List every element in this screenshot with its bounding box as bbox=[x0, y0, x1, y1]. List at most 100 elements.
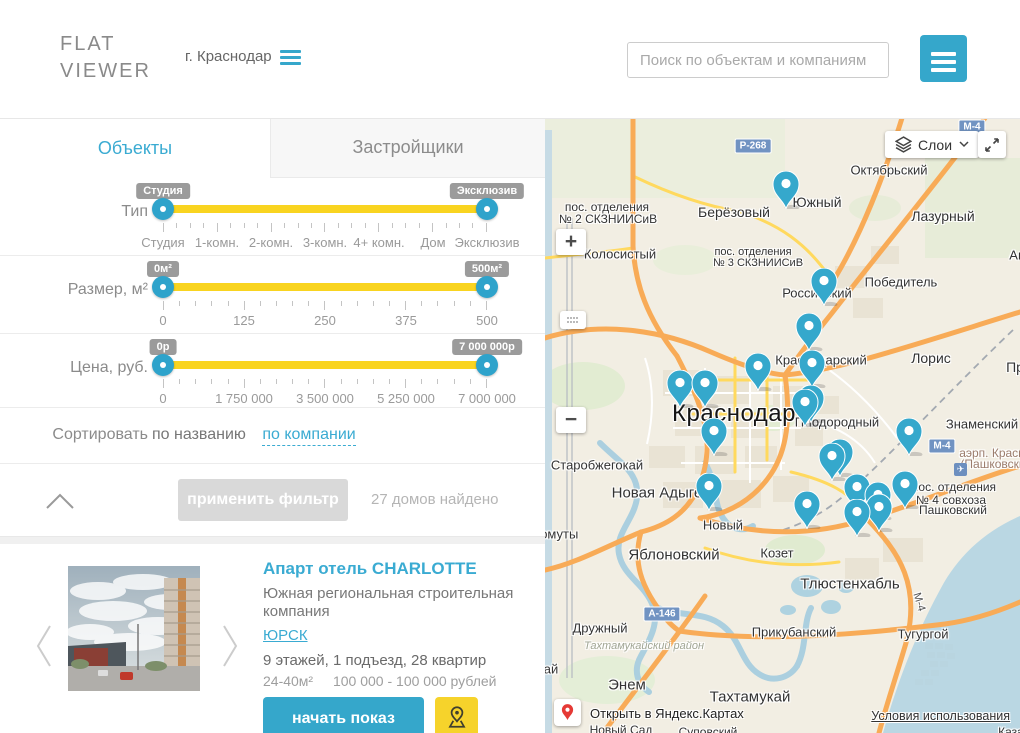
sort-label: Сортировать bbox=[0, 426, 148, 444]
map-label: Знаменский bbox=[946, 417, 1018, 432]
slider-handle-max[interactable] bbox=[476, 276, 498, 298]
map-label: Козет bbox=[760, 546, 793, 561]
sort-by-name[interactable]: по названию bbox=[152, 426, 246, 443]
map-pin[interactable] bbox=[690, 370, 720, 408]
slider-tick-labels: Студия1-комн.2-комн.3-комн.4+ комн.ДомЭк… bbox=[163, 235, 487, 251]
filter-row-price: Цена, руб. 0р 7 000 000р 01 750 0003 500… bbox=[0, 334, 545, 408]
search-input[interactable] bbox=[627, 42, 889, 78]
show-on-map-button[interactable] bbox=[435, 697, 478, 733]
map-label: Лазурный bbox=[911, 208, 974, 224]
map-label: № 3 СКЗНИИСиВ bbox=[713, 257, 803, 269]
map-pin[interactable] bbox=[792, 491, 822, 529]
logo-line-2: VIEWER bbox=[60, 58, 151, 85]
tick-label: 1 750 000 bbox=[215, 391, 273, 406]
filter-label: Цена, руб. bbox=[0, 359, 148, 377]
map-label: Пр bbox=[1006, 359, 1020, 375]
listing-photo[interactable] bbox=[68, 566, 200, 691]
map-label: Суповский bbox=[679, 725, 738, 733]
map-label: Тлюстенхабль bbox=[800, 576, 899, 593]
sort-by-company[interactable]: по компании bbox=[262, 426, 355, 446]
map-zoom-out-button[interactable]: − bbox=[556, 407, 586, 433]
airport-icon: ✈ bbox=[954, 463, 967, 476]
slider-track[interactable] bbox=[163, 361, 487, 369]
map-pin[interactable] bbox=[894, 418, 924, 456]
map-pin[interactable] bbox=[794, 313, 824, 351]
road-badge: А-146 bbox=[643, 607, 680, 622]
map-pin[interactable] bbox=[699, 418, 729, 456]
app-logo: FLAT VIEWER bbox=[60, 31, 151, 85]
layers-label: Слои bbox=[918, 137, 952, 153]
filter-panel: Объекты Застройщики Тип Студия Эксклюзив… bbox=[0, 118, 545, 733]
carousel-next-icon[interactable] bbox=[222, 624, 238, 673]
tick-label: Студия bbox=[141, 235, 184, 250]
map-label: Энем bbox=[608, 677, 646, 694]
tick-label: Дом bbox=[420, 235, 445, 250]
slider-track[interactable] bbox=[163, 283, 487, 291]
map-layers-button[interactable]: Слои bbox=[885, 131, 979, 158]
listing-price: 100 000 - 100 000 рублей bbox=[333, 673, 497, 689]
map-pin[interactable] bbox=[743, 353, 773, 391]
slider-tooltip-max: 500м² bbox=[465, 261, 509, 277]
slider-ticks bbox=[163, 223, 487, 233]
map-label: Прикубанский bbox=[752, 625, 837, 640]
map-label: Колосистый bbox=[584, 247, 656, 262]
listing-company-link[interactable]: ЮРСК bbox=[263, 627, 308, 644]
slider-handle-min[interactable] bbox=[152, 198, 174, 220]
slider-handle-min[interactable] bbox=[152, 276, 174, 298]
app-header: FLAT VIEWER г. Краснодар bbox=[0, 0, 1020, 119]
tick-label: 3 500 000 bbox=[296, 391, 354, 406]
yandex-pin-icon bbox=[560, 703, 575, 722]
map-label: Новый bbox=[703, 518, 743, 533]
slider-handle-min[interactable] bbox=[152, 354, 174, 376]
map-label: Лорис bbox=[911, 350, 951, 366]
tick-label: 0 bbox=[159, 313, 166, 328]
drag-dots-icon bbox=[566, 316, 580, 324]
tab-objects[interactable]: Объекты bbox=[0, 118, 270, 178]
map-label: Аг bbox=[1009, 248, 1020, 263]
slider-handle-max[interactable] bbox=[476, 354, 498, 376]
map-label: пос. отделения bbox=[912, 480, 996, 494]
map-zoom-in-button[interactable]: + bbox=[556, 229, 586, 255]
yandex-pin-button[interactable] bbox=[554, 699, 581, 726]
map-label: Берёзовый bbox=[698, 204, 770, 220]
open-in-yandex-link[interactable]: Открыть в Яндекс.Картах bbox=[590, 706, 744, 721]
city-selector-label[interactable]: г. Краснодар bbox=[185, 48, 272, 65]
map-pin[interactable] bbox=[790, 389, 820, 427]
slider-ticks bbox=[163, 301, 487, 311]
slider-handle-max[interactable] bbox=[476, 198, 498, 220]
flat-viewer-app: FLAT VIEWER г. Краснодар Объекты Застрой… bbox=[0, 0, 1020, 733]
tab-developers[interactable]: Застройщики bbox=[270, 118, 545, 178]
map-pin[interactable] bbox=[771, 171, 801, 209]
terms-of-use-link[interactable]: Условия использования bbox=[871, 709, 1010, 723]
listing-area: 24-40м² bbox=[263, 673, 313, 689]
map-label: Тугургой bbox=[898, 627, 949, 642]
slider-track[interactable] bbox=[163, 205, 487, 213]
listing-info: Апарт отель CHARLOTTE Южная региональная… bbox=[263, 559, 535, 733]
map-pin[interactable] bbox=[809, 268, 839, 306]
carousel-prev-icon[interactable] bbox=[36, 624, 52, 673]
start-showing-button[interactable]: начать показ bbox=[263, 697, 424, 733]
map-pin[interactable] bbox=[797, 350, 827, 388]
listing-title: Апарт отель CHARLOTTE bbox=[263, 559, 535, 579]
logo-line-1: FLAT bbox=[60, 31, 151, 58]
listing-meta: 24-40м² 100 000 - 100 000 рублей bbox=[263, 673, 535, 689]
collapse-filters-icon[interactable] bbox=[45, 492, 75, 515]
apply-filter-button[interactable]: применить фильтр bbox=[178, 479, 348, 521]
map-fullscreen-button[interactable] bbox=[978, 131, 1006, 158]
city-menu-icon[interactable] bbox=[280, 50, 301, 68]
tick-label: 3-комн. bbox=[303, 235, 347, 250]
map-pin[interactable] bbox=[890, 471, 920, 509]
map[interactable]: Октябрьскийпос. отделения№ 2 СКЗНИИСиВБе… bbox=[545, 118, 1020, 733]
map-label: № 2 СКЗНИИСиВ bbox=[559, 212, 657, 226]
panel-tabs: Объекты Застройщики bbox=[0, 118, 545, 178]
map-label: Хомуты bbox=[545, 527, 578, 542]
slider-tooltip-max: Эксклюзив bbox=[450, 183, 524, 199]
hamburger-icon bbox=[926, 52, 961, 72]
slider-tick-labels: 0125250375500 bbox=[163, 313, 487, 329]
filter-label: Тип bbox=[0, 203, 148, 221]
map-pin[interactable] bbox=[842, 499, 872, 537]
main-menu-button[interactable] bbox=[920, 35, 967, 82]
map-zoom-slider-handle[interactable] bbox=[560, 311, 586, 329]
map-label: ай bbox=[545, 662, 558, 677]
map-pin[interactable] bbox=[694, 473, 724, 511]
